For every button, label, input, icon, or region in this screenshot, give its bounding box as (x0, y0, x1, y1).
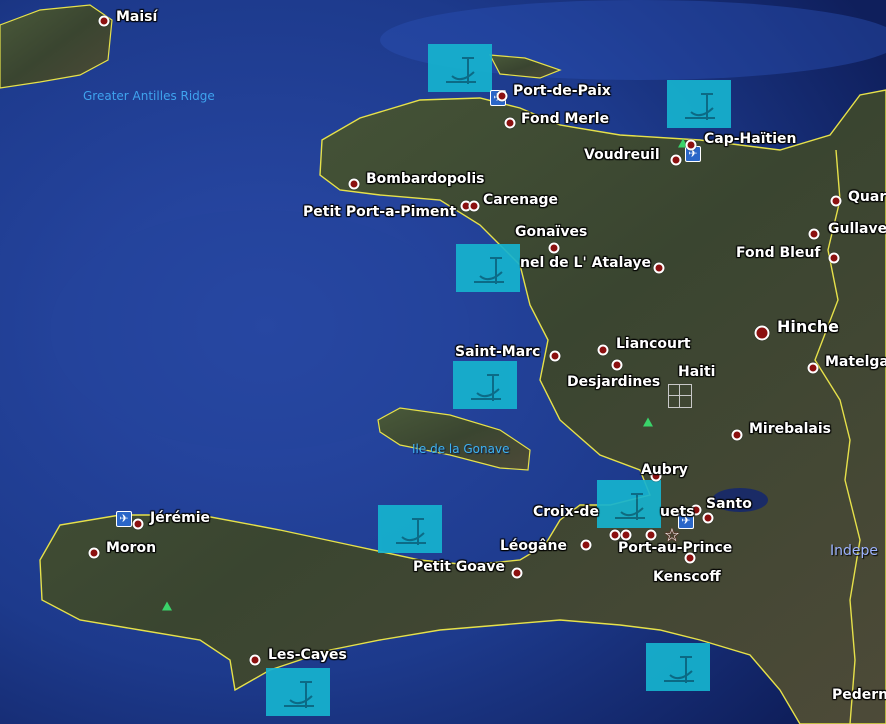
place-marker[interactable] (132, 518, 144, 530)
place-label-santo: Santo (706, 496, 752, 512)
place-marker[interactable] (808, 228, 820, 240)
place-label-croix-des-bouquets: Croix-de (533, 504, 599, 520)
anchor-icon[interactable] (597, 480, 661, 528)
place-marker[interactable] (504, 117, 516, 129)
place-marker[interactable] (597, 344, 609, 356)
anchor-icon[interactable] (266, 668, 330, 716)
place-label-aubry: Aubry (641, 462, 688, 478)
place-label-carenage: Carenage (483, 192, 559, 208)
place-label-petit-goave: Petit Goave (413, 559, 505, 575)
place-label-matelga: Matelga (825, 354, 886, 370)
place-marker[interactable] (645, 529, 657, 541)
anchor-icon[interactable] (646, 643, 710, 691)
place-marker[interactable] (702, 512, 714, 524)
place-marker[interactable] (609, 529, 621, 541)
place-label-saint-marc: Saint-Marc (455, 344, 541, 360)
place-label-hinche: Hinche (777, 317, 839, 336)
place-marker[interactable] (731, 429, 743, 441)
place-marker[interactable] (549, 350, 561, 362)
place-label-mirebalais: Mirebalais (749, 421, 831, 437)
place-label-port-de-paix: Port-de-Paix (513, 83, 611, 99)
place-marker[interactable] (685, 139, 697, 151)
indep-label: Indepe (830, 543, 879, 559)
place-label-liancourt: Liancourt (616, 336, 691, 352)
place-label-leogane: Léogâne (500, 538, 567, 554)
place-marker[interactable] (548, 242, 560, 254)
anchor-icon[interactable] (428, 44, 492, 92)
place-marker[interactable] (249, 654, 261, 666)
peak-icon (162, 601, 172, 611)
place-marker[interactable] (496, 90, 508, 102)
place-label-jeremie: Jérémie (150, 510, 210, 526)
place-marker[interactable] (807, 362, 819, 374)
airport-icon[interactable]: ✈ (116, 511, 132, 527)
place-label-desjardines: Desjardines (567, 374, 661, 390)
place-marker[interactable] (611, 359, 623, 371)
place-marker[interactable] (468, 200, 480, 212)
place-marker[interactable] (580, 539, 592, 551)
place-marker[interactable] (754, 325, 770, 341)
peak-icon (643, 417, 653, 427)
place-marker[interactable] (98, 15, 110, 27)
place-label-atalaye: nel de L' Atalaye (520, 255, 652, 271)
place-marker[interactable] (828, 252, 840, 264)
place-label-bombardopolis: Bombardopolis (366, 171, 485, 187)
map-view[interactable]: Greater Antilles Ridge Ile de la Gonave … (0, 0, 886, 724)
place-marker[interactable] (511, 567, 523, 579)
place-label-moron: Moron (106, 540, 157, 556)
place-marker[interactable] (830, 195, 842, 207)
anchor-icon[interactable] (667, 80, 731, 128)
place-label-voudreuil: Voudreuil (584, 147, 660, 163)
place-label-fond-merle: Fond Merle (521, 111, 610, 127)
anchor-icon[interactable] (456, 244, 520, 292)
anchor-icon[interactable] (378, 505, 442, 553)
place-label-port-au-prince: Port-au-Prince (618, 540, 733, 556)
ile-de-la-gonave-label: Ile de la Gonave (412, 442, 510, 456)
place-label-pedern: Pedern (832, 687, 886, 703)
place-label-kenscoff: Kenscoff (653, 569, 721, 585)
place-label-les-cayes: Les-Cayes (268, 647, 347, 663)
place-marker[interactable] (653, 262, 665, 274)
place-marker[interactable] (670, 154, 682, 166)
place-marker[interactable] (620, 529, 632, 541)
crosshair-marker[interactable] (668, 384, 692, 408)
place-marker[interactable] (88, 547, 100, 559)
place-marker[interactable] (348, 178, 360, 190)
greater-antilles-ridge-label: Greater Antilles Ridge (83, 89, 215, 103)
place-label-fond-bleuf: Fond Bleuf (736, 245, 821, 261)
place-label-cap-haitien: Cap-Haïtien (704, 131, 797, 147)
place-label-quar: Quar (848, 189, 886, 205)
place-label-gullave: Gullave (828, 221, 886, 237)
place-label-petit-port-a-piment: Petit Port-a-Piment (303, 204, 457, 220)
place-label-croix-des-bouquets-tail: uets (660, 504, 695, 520)
place-label-haiti: Haiti (678, 364, 716, 380)
map-background (0, 0, 886, 724)
place-label-maisi: Maisí (116, 9, 158, 25)
anchor-icon[interactable] (453, 361, 517, 409)
place-label-gonaives: Gonaïves (515, 224, 588, 240)
